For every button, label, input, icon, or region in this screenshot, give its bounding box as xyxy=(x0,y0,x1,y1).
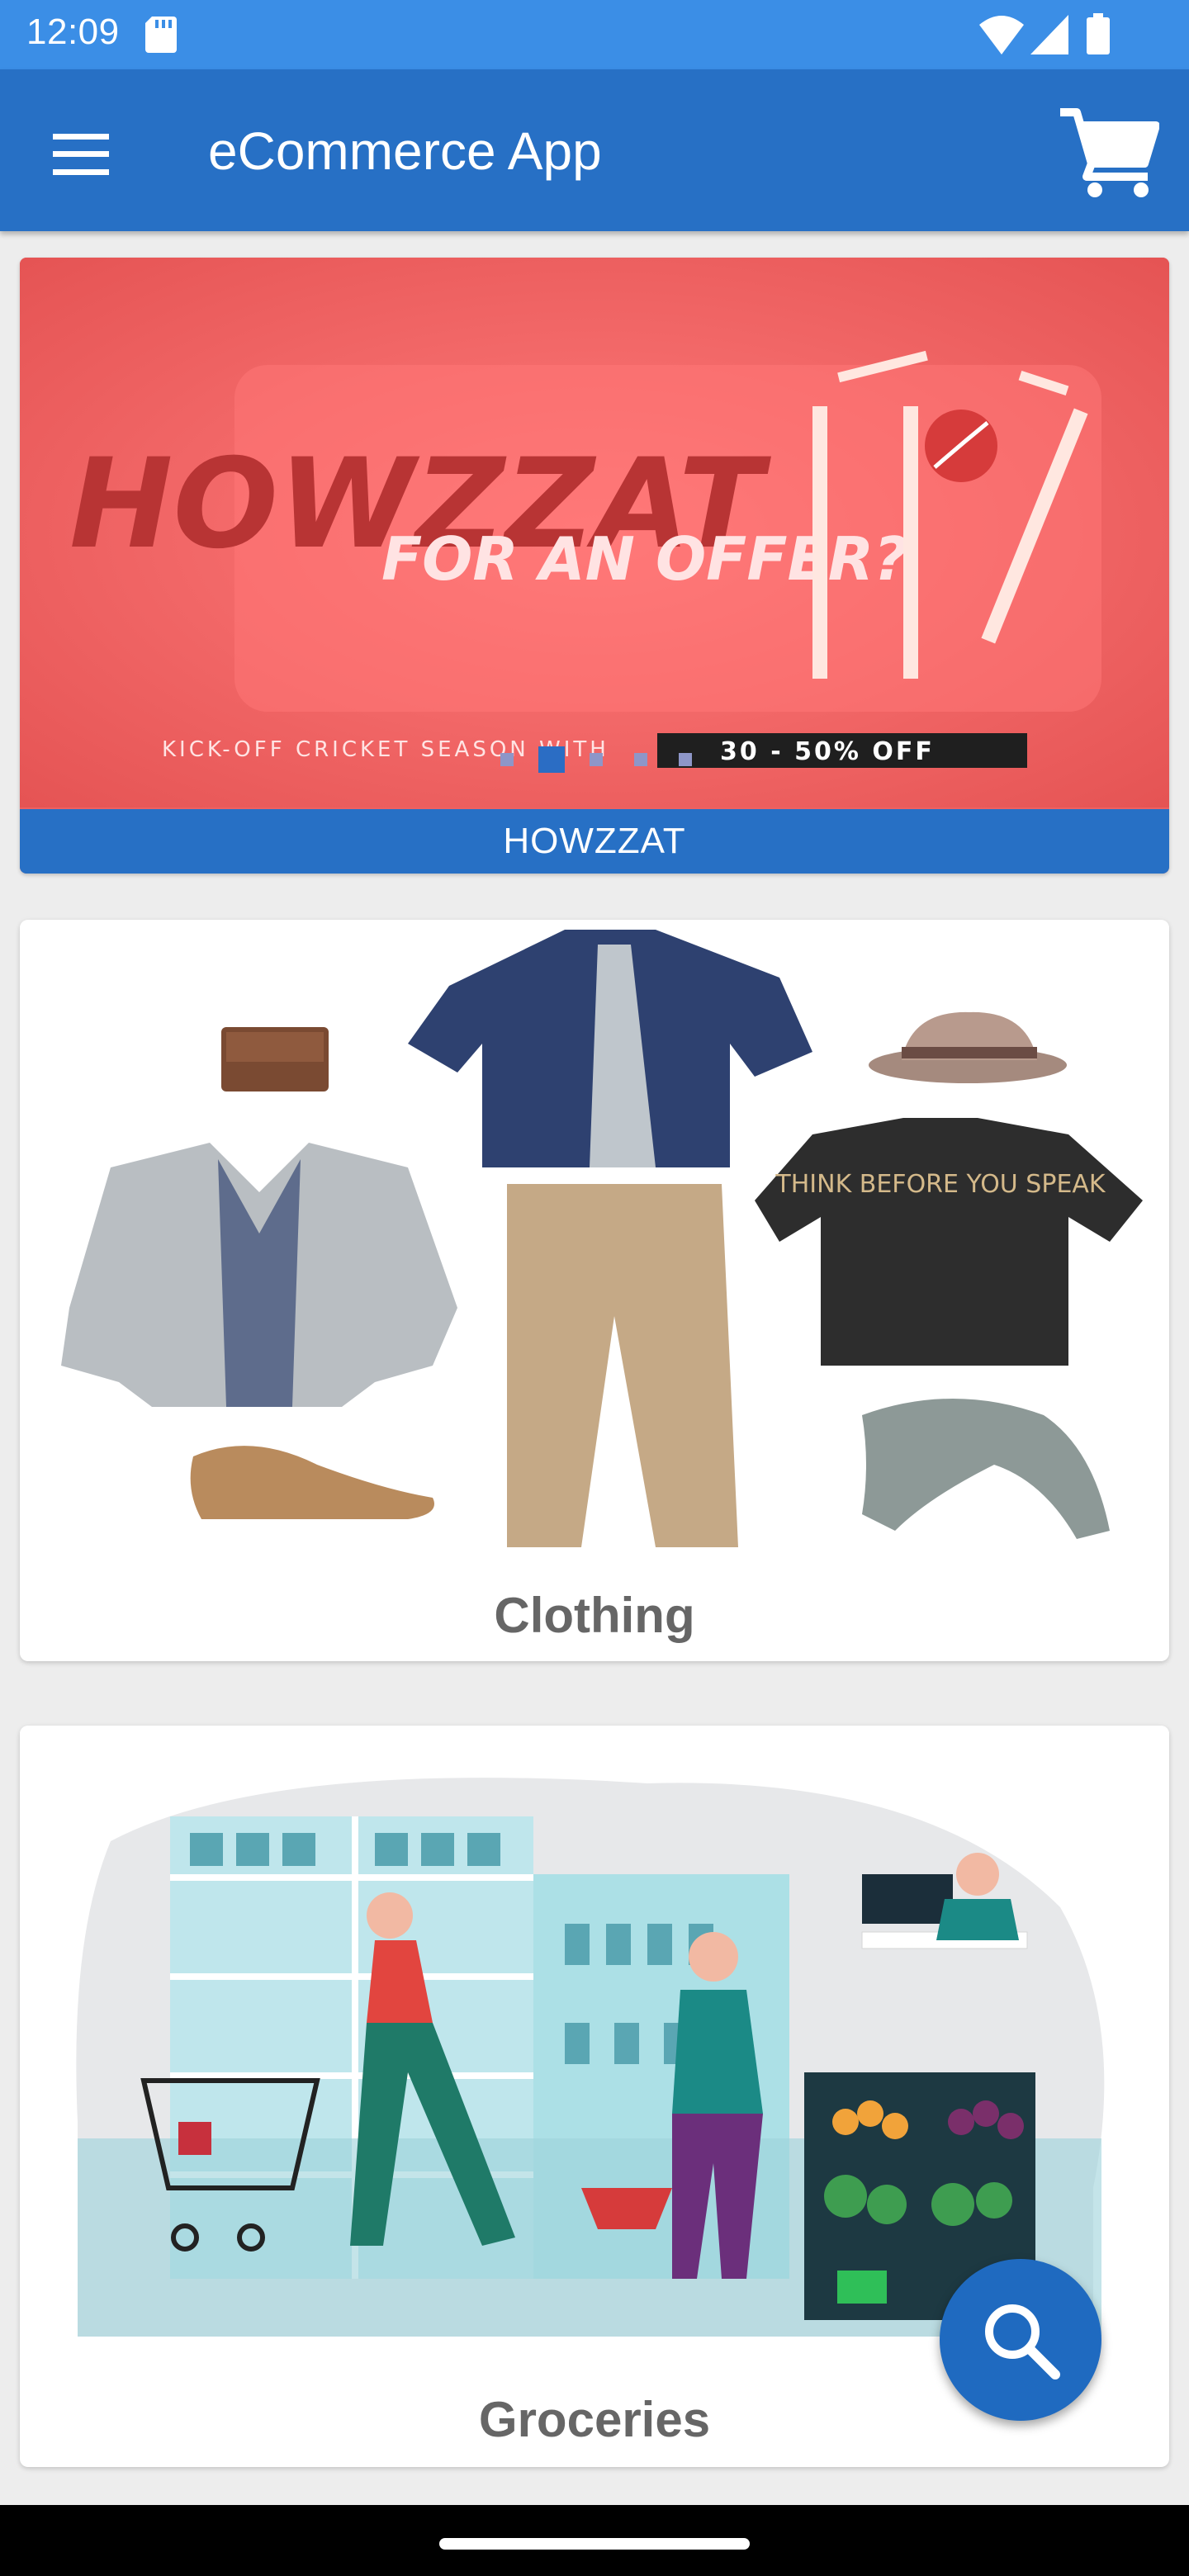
cricket-offer-image: HOWZZAT FOR AN OFFER? KICK-OFF CRICKET S… xyxy=(20,258,1169,807)
category-card-clothing[interactable]: THINK BEFORE YOU SPEAK Clothing xyxy=(20,920,1169,1661)
banner-subline: FOR AN OFFER? xyxy=(381,524,908,594)
banner-caption: HOWZZAT xyxy=(20,809,1169,874)
home-gesture-handle[interactable] xyxy=(439,2538,750,2550)
sd-card-icon xyxy=(145,17,177,53)
search-button[interactable] xyxy=(940,2259,1101,2421)
cart-icon[interactable] xyxy=(1059,106,1159,198)
status-bar: 12:09 xyxy=(0,0,1189,69)
carousel-dot[interactable] xyxy=(590,753,603,766)
app-title: eCommerce App xyxy=(208,121,602,181)
tshirt-print-text: THINK BEFORE YOU SPEAK xyxy=(775,1170,1106,1199)
carousel-dot[interactable] xyxy=(679,753,692,766)
category-label: Clothing xyxy=(494,1588,695,1643)
app-bar: eCommerce App xyxy=(0,69,1189,231)
battery-icon xyxy=(1087,13,1110,54)
navigation-bar xyxy=(0,2505,1189,2576)
status-time: 12:09 xyxy=(26,12,120,52)
menu-icon[interactable] xyxy=(53,134,109,175)
search-icon xyxy=(985,2304,1060,2379)
promo-banner[interactable]: HOWZZAT FOR AN OFFER? KICK-OFF CRICKET S… xyxy=(20,258,1169,874)
clothing-image: THINK BEFORE YOU SPEAK xyxy=(20,920,1169,1580)
carousel-dot[interactable] xyxy=(634,753,647,766)
signal-icon xyxy=(1030,15,1068,54)
wifi-icon xyxy=(979,16,1024,54)
carousel-dot-active[interactable] xyxy=(538,746,565,773)
carousel-dot[interactable] xyxy=(500,753,514,766)
banner-offer: 30 - 50% OFF xyxy=(720,737,935,766)
